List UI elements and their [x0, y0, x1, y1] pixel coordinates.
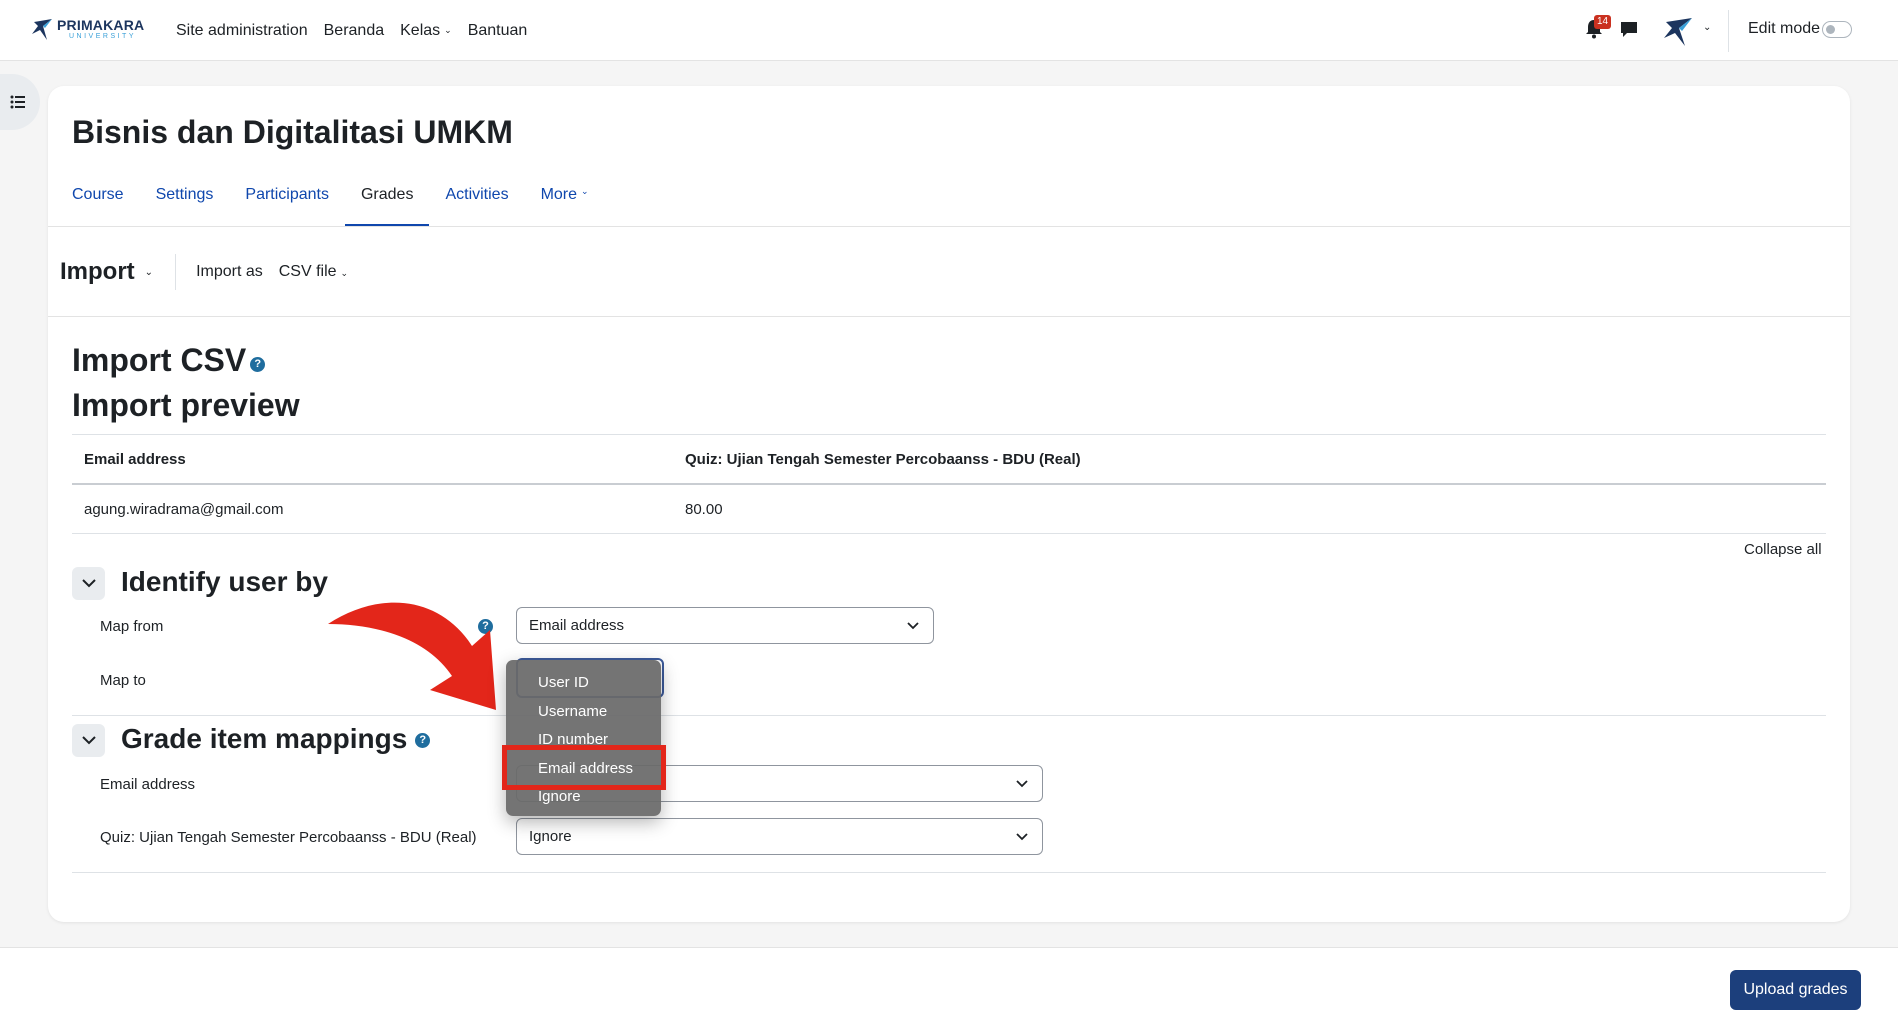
- mappings-section-title-text: Grade item mappings: [121, 723, 408, 754]
- highlight-box: [502, 745, 666, 790]
- table-header-border: [72, 483, 1826, 485]
- identify-section-toggle[interactable]: [72, 567, 105, 600]
- chevron-down-icon: [1016, 780, 1028, 788]
- mapping-select-quiz[interactable]: Ignore: [516, 818, 1043, 855]
- tab-more-label: More: [540, 186, 578, 203]
- chevron-down-icon: ⌄: [444, 25, 452, 35]
- brand-sub: UNIVERSITY: [69, 33, 137, 40]
- course-index-toggle[interactable]: [0, 74, 40, 130]
- user-avatar[interactable]: [1660, 12, 1696, 48]
- map-from-label: Map from: [100, 618, 164, 635]
- heading-import-preview: Import preview: [72, 387, 300, 423]
- bar-divider: [48, 316, 1850, 317]
- help-icon[interactable]: ?: [415, 732, 431, 748]
- tab-activities[interactable]: Activities: [429, 168, 524, 227]
- chevron-down-icon: [1016, 833, 1028, 841]
- upload-grades-button[interactable]: Upload grades: [1730, 970, 1861, 1010]
- nav-bantuan[interactable]: Bantuan: [468, 22, 528, 40]
- chevron-down-icon: ⌄: [340, 268, 349, 278]
- table-bottom-border: [72, 533, 1826, 534]
- bar-separator: [175, 254, 177, 290]
- import-as-select[interactable]: CSV file ⌄: [279, 263, 348, 281]
- table-cell-email: agung.wiradrama@gmail.com: [84, 501, 284, 518]
- nav-divider: [1728, 10, 1729, 52]
- list-icon: [10, 95, 25, 109]
- nav-kelas-label: Kelas: [400, 21, 441, 39]
- course-title: Bisnis dan Digitalitasi UMKM: [72, 114, 513, 150]
- heading-import-csv-text: Import CSV: [72, 342, 247, 378]
- option-user-id[interactable]: User ID: [506, 669, 661, 698]
- help-icon[interactable]: ?: [250, 357, 266, 372]
- nav-beranda[interactable]: Beranda: [324, 22, 385, 40]
- site-logo[interactable]: PRIMAKARA UNIVERSITY: [30, 16, 144, 42]
- import-menu[interactable]: Import: [60, 258, 135, 286]
- table-header-email: Email address: [84, 451, 186, 468]
- table-cell-grade: 80.00: [685, 501, 723, 518]
- map-to-dropdown: User ID Username ID number Email address…: [506, 660, 661, 816]
- map-from-value: Email address: [529, 617, 625, 634]
- table-header-quiz: Quiz: Ujian Tengah Semester Percobaanss …: [685, 451, 1081, 468]
- chevron-down-icon: [907, 622, 919, 630]
- mapping-value-quiz: Ignore: [529, 828, 572, 845]
- nav-site-administration[interactable]: Site administration: [176, 22, 308, 40]
- tab-grades[interactable]: Grades: [344, 168, 430, 227]
- tertiary-navigation: Import ⌄ Import as CSV file ⌄: [60, 252, 348, 292]
- import-as-value: CSV file: [278, 263, 337, 280]
- notification-badge: 14: [1594, 15, 1612, 29]
- tabs-divider: [48, 226, 1850, 227]
- sticky-footer: [0, 947, 1898, 1026]
- table-top-border: [72, 434, 1826, 435]
- section-divider: [72, 872, 1826, 873]
- mapping-label-quiz: Quiz: Ujian Tengah Semester Percobaanss …: [100, 829, 477, 846]
- chevron-down-icon: ⌄: [581, 186, 589, 196]
- identify-section-title: Identify user by: [121, 566, 328, 597]
- edit-mode-label: Edit mode: [1748, 20, 1821, 37]
- top-navbar: PRIMAKARA UNIVERSITY Site administration…: [0, 0, 1898, 61]
- option-username[interactable]: Username: [506, 698, 661, 727]
- toggle-knob: [1826, 25, 1835, 34]
- tab-settings[interactable]: Settings: [140, 168, 230, 227]
- nav-kelas[interactable]: Kelas ⌄: [400, 22, 452, 40]
- collapse-all-link[interactable]: Collapse all: [1744, 541, 1822, 558]
- primakara-logo-icon: [32, 19, 52, 40]
- edit-mode-toggle[interactable]: [1822, 21, 1852, 38]
- chat-icon[interactable]: [1620, 21, 1638, 39]
- tab-participants[interactable]: Participants: [229, 168, 345, 227]
- tab-course[interactable]: Course: [56, 168, 140, 227]
- mapping-label-email: Email address: [100, 776, 196, 793]
- map-from-select[interactable]: Email address: [516, 607, 934, 644]
- map-to-label: Map to: [100, 672, 146, 689]
- chevron-down-icon[interactable]: ⌄: [145, 267, 153, 278]
- import-as-label: Import as: [196, 263, 263, 280]
- brand-name: PRIMAKARA: [57, 17, 145, 33]
- heading-import-csv: Import CSV?: [72, 342, 266, 379]
- mappings-section-toggle[interactable]: [72, 724, 105, 757]
- chevron-down-icon: [81, 579, 96, 588]
- course-tabs: Course Settings Participants Grades Acti…: [72, 168, 605, 227]
- chevron-down-icon[interactable]: ⌄: [1703, 22, 1711, 33]
- mappings-section-title: Grade item mappings?: [121, 723, 431, 755]
- tab-more[interactable]: More ⌄: [525, 168, 605, 227]
- chevron-down-icon: [81, 736, 96, 745]
